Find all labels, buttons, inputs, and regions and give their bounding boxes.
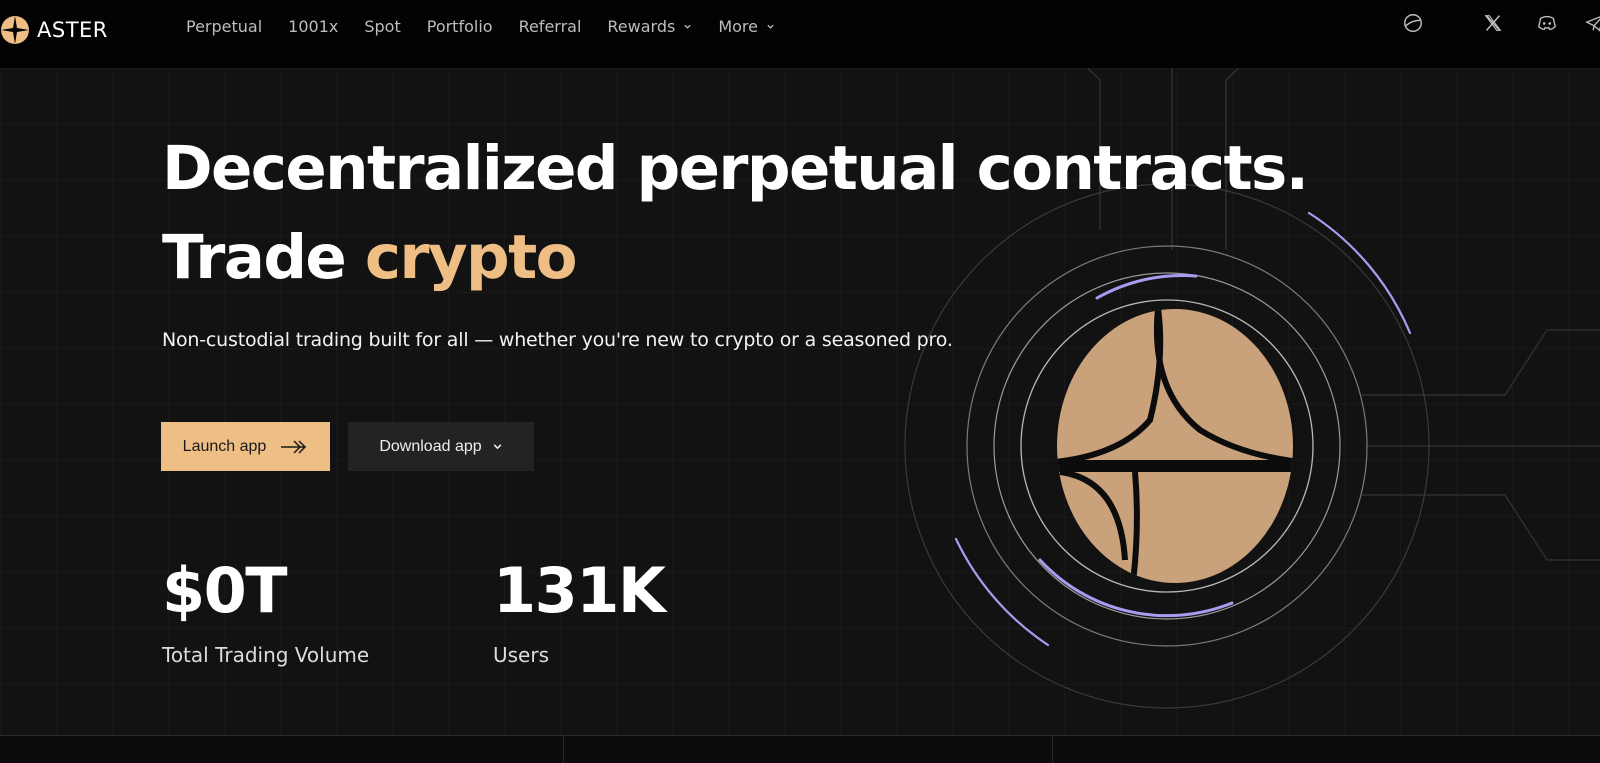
x-icon[interactable]	[1480, 10, 1506, 36]
nav-item-more[interactable]: More	[718, 17, 775, 36]
nav-item-perpetual[interactable]: Perpetual	[186, 17, 262, 36]
nav-item-spot[interactable]: Spot	[364, 17, 400, 36]
hero-title: Decentralized perpetual contracts. Trade…	[162, 133, 1309, 293]
stat-users-label: Users	[493, 643, 550, 667]
nav-item-portfolio[interactable]: Portfolio	[427, 17, 493, 36]
brand-logo[interactable]: ASTER	[0, 15, 108, 45]
arrow-right-icon	[281, 439, 307, 454]
telegram-icon[interactable]	[1582, 10, 1600, 36]
brand-name: ASTER	[37, 18, 108, 42]
launch-app-button[interactable]: Launch app	[161, 422, 330, 471]
chevron-down-icon	[767, 24, 774, 29]
globe-icon[interactable]	[1400, 10, 1426, 36]
chevron-down-icon	[493, 444, 501, 450]
nav-item-1001x[interactable]: 1001x	[288, 17, 338, 36]
hero-subtitle: Non-custodial trading built for all — wh…	[162, 329, 953, 351]
social-links	[1400, 10, 1600, 36]
stat-volume-label: Total Trading Volume	[162, 643, 370, 667]
hero-title-accent: crypto	[364, 222, 578, 293]
stat-volume-value: $0T	[162, 554, 288, 627]
main-nav: Perpetual 1001x Spot Portfolio Referral …	[186, 0, 775, 53]
chevron-down-icon	[684, 24, 691, 29]
discord-icon[interactable]	[1534, 10, 1560, 36]
top-nav: ASTER Perpetual 1001x Spot Portfolio Ref…	[0, 0, 1600, 68]
divider	[1052, 735, 1053, 763]
nav-item-rewards[interactable]: Rewards	[607, 17, 692, 36]
divider	[563, 735, 564, 763]
nav-item-referral[interactable]: Referral	[519, 17, 582, 36]
bottom-section	[0, 735, 1600, 763]
stat-users-value: 131K	[493, 554, 666, 627]
download-app-button[interactable]: Download app	[348, 422, 534, 471]
aster-logo-icon	[1, 16, 29, 44]
